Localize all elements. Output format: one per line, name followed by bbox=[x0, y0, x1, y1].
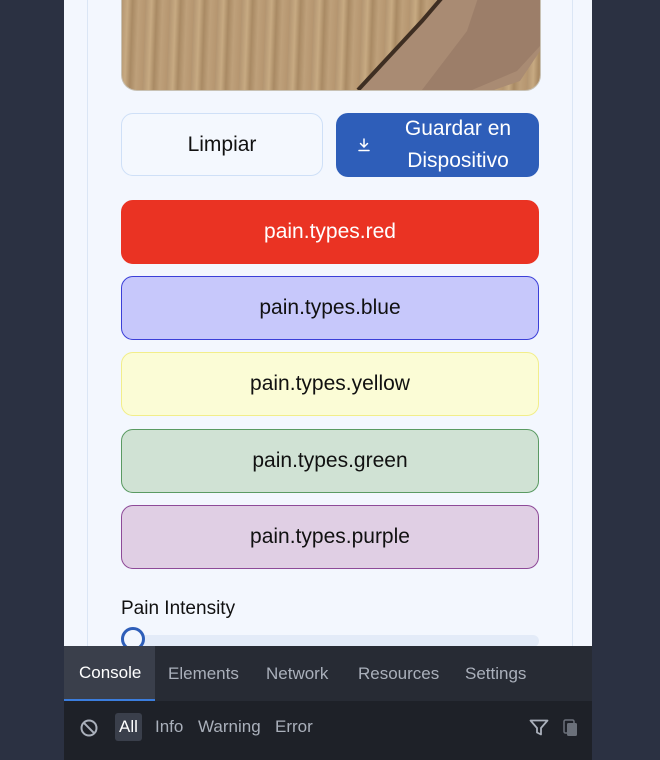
pain-type-red-button[interactable]: pain.types.red bbox=[121, 200, 539, 264]
filter-button[interactable] bbox=[529, 719, 549, 737]
filter-info[interactable]: Info bbox=[155, 713, 183, 741]
tab-elements[interactable]: Elements bbox=[168, 646, 239, 701]
tab-console[interactable]: Console bbox=[64, 646, 155, 701]
body-photo[interactable] bbox=[121, 0, 541, 91]
clear-button[interactable]: Limpiar bbox=[121, 113, 323, 176]
pain-type-label: pain.types.blue bbox=[259, 296, 401, 319]
filter-error[interactable]: Error bbox=[275, 713, 313, 741]
tab-label: Resources bbox=[358, 663, 440, 683]
pain-type-label: pain.types.purple bbox=[250, 525, 410, 548]
save-button-label: Guardar en Dispositivo bbox=[404, 117, 512, 172]
pain-type-yellow-button[interactable]: pain.types.yellow bbox=[121, 352, 539, 416]
funnel-icon bbox=[529, 719, 549, 736]
pain-intensity-label: Pain Intensity bbox=[121, 598, 236, 619]
filter-label: All bbox=[119, 717, 138, 736]
filter-label: Warning bbox=[198, 717, 261, 736]
tab-settings[interactable]: Settings bbox=[465, 646, 526, 701]
tab-label: Elements bbox=[168, 663, 239, 683]
tab-label: Settings bbox=[465, 663, 527, 683]
download-icon bbox=[358, 138, 370, 152]
action-buttons: Limpiar Guardar en Dispositivo bbox=[121, 113, 539, 177]
tab-label: Console bbox=[79, 662, 142, 682]
filter-all[interactable]: All bbox=[115, 713, 142, 741]
devtools-tabs: Console Elements Network Resources Setti… bbox=[64, 646, 592, 701]
tab-network[interactable]: Network bbox=[266, 646, 328, 701]
pain-type-label: pain.types.yellow bbox=[250, 372, 410, 395]
devtools-panel: Console Elements Network Resources Setti… bbox=[64, 646, 592, 760]
filter-label: Error bbox=[275, 717, 313, 736]
clear-console-button[interactable] bbox=[79, 718, 99, 738]
tab-label: Network bbox=[266, 663, 329, 683]
pain-type-label: pain.types.green bbox=[252, 449, 408, 472]
pain-type-green-button[interactable]: pain.types.green bbox=[121, 429, 539, 493]
clear-button-label: Limpiar bbox=[187, 132, 257, 156]
pain-type-blue-button[interactable]: pain.types.blue bbox=[121, 276, 539, 340]
save-to-device-button[interactable]: Guardar en Dispositivo bbox=[336, 113, 539, 177]
copy-icon bbox=[563, 719, 577, 736]
block-icon bbox=[80, 719, 98, 737]
pain-form-card bbox=[87, 0, 573, 690]
filter-warning[interactable]: Warning bbox=[198, 713, 261, 741]
copy-button[interactable] bbox=[562, 719, 580, 737]
console-filter-bar: All Info Warning Error bbox=[64, 701, 592, 760]
tab-resources[interactable]: Resources bbox=[358, 646, 439, 701]
pain-type-purple-button[interactable]: pain.types.purple bbox=[121, 505, 539, 569]
arm-image bbox=[356, 0, 540, 90]
pain-type-label: pain.types.red bbox=[264, 220, 396, 243]
filter-label: Info bbox=[155, 717, 184, 736]
